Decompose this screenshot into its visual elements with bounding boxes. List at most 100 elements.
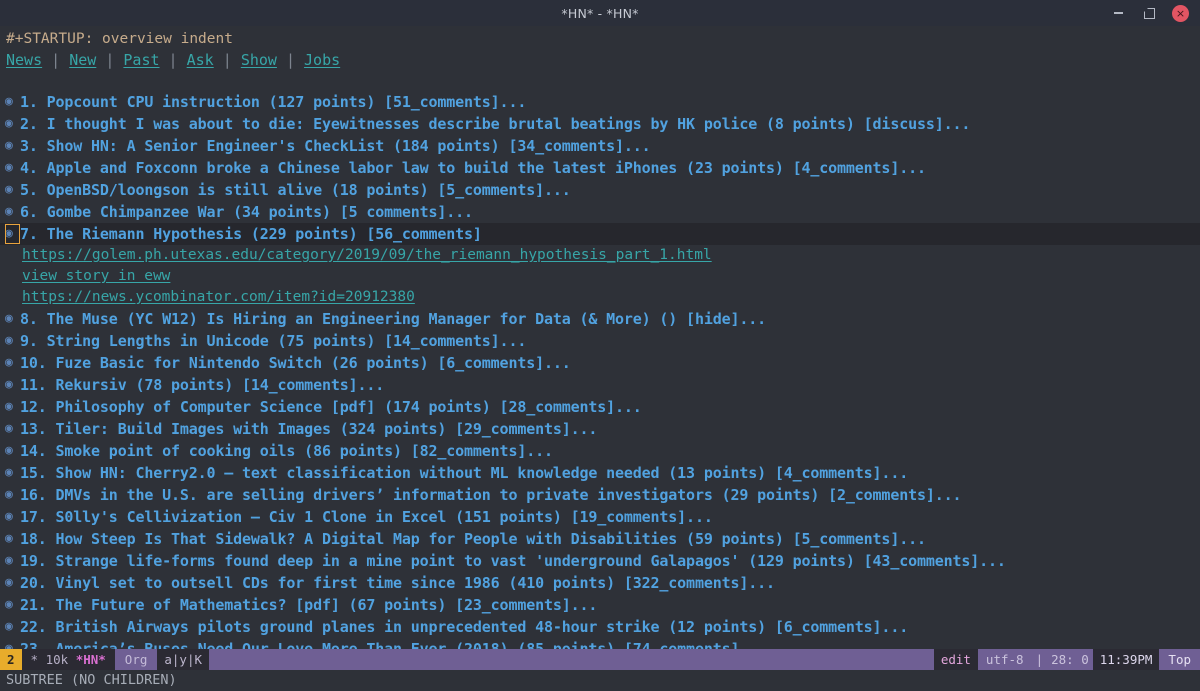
nav-link-ask[interactable]: Ask [187, 51, 214, 69]
headline-row[interactable]: ◉ 14. Smoke point of cooking oils (86 poi… [0, 440, 1200, 462]
headline-row[interactable]: ◉ 15. Show HN: Cherry2.0 – text classific… [0, 462, 1200, 484]
headline-row[interactable]: ◉ 3. Show HN: A Senior Engineer's CheckLi… [0, 135, 1200, 157]
headline-text: 2. I thought I was about to die: Eyewitn… [20, 115, 971, 133]
headline-text: 8. The Muse (YC W12) Is Hiring an Engine… [20, 310, 766, 328]
modeline-spacer [209, 649, 934, 670]
org-bullet-icon[interactable]: ◉ [5, 638, 20, 649]
headline-text: 13. Tiler: Build Images with Images (324… [20, 420, 598, 438]
headline-text: 21. The Future of Mathematics? [pdf] (67… [20, 596, 598, 614]
minimize-icon[interactable] [1110, 5, 1127, 22]
nav-link-new[interactable]: New [69, 51, 96, 69]
headline-row[interactable]: ◉ 17. S0lly's Cellivization – Civ 1 Clone… [0, 506, 1200, 528]
emacs-window: *HN* - *HN* × #+STARTUP: overview indent… [0, 0, 1200, 691]
modeline-major-mode[interactable]: Org [115, 649, 158, 670]
headline-row[interactable]: ◉ 10. Fuze Basic for Nintendo Switch (26 … [0, 352, 1200, 374]
headline-text: 9. String Lengths in Unicode (75 points)… [20, 332, 527, 350]
modeline-buffer-label: *HN* [75, 652, 106, 667]
headline-row[interactable]: ◉ 18. How Steep Is That Sidewalk? A Digit… [0, 528, 1200, 550]
echo-area: SUBTREE (NO CHILDREN) [0, 670, 1200, 691]
window-titlebar: *HN* - *HN* × [0, 0, 1200, 26]
org-bullet-icon[interactable]: ◉ [5, 462, 20, 484]
org-bullet-icon[interactable]: ◉ [5, 550, 20, 572]
modeline-buffer-name[interactable]: * 10k *HN* [21, 649, 115, 670]
comments-url-link-text: https://news.ycombinator.com/item?id=209… [22, 289, 415, 305]
modeline-window-number[interactable]: 2 [0, 649, 22, 670]
maximize-icon[interactable] [1141, 5, 1158, 22]
headline-text: 15. Show HN: Cherry2.0 – text classifica… [20, 464, 909, 482]
nav-link-show[interactable]: Show [241, 51, 277, 69]
headline-row[interactable]: ◉ 20. Vinyl set to outsell CDs for first … [0, 572, 1200, 594]
headline-row[interactable]: ◉ 19. Strange life-forms found deep in a … [0, 550, 1200, 572]
org-bullet-icon[interactable]: ◉ [5, 616, 20, 638]
headline-row[interactable]: ◉ 9. String Lengths in Unicode (75 points… [0, 330, 1200, 352]
modeline-scroll-state: Top [1168, 652, 1191, 667]
headline-text: 22. British Airways pilots ground planes… [20, 618, 909, 636]
headline-text: 19. Strange life-forms found deep in a m… [20, 552, 1006, 570]
modeline-buffer-prefix: * 10k [30, 652, 76, 667]
comments-url-link[interactable]: https://news.ycombinator.com/item?id=209… [0, 287, 1200, 308]
headline-text: 18. How Steep Is That Sidewalk? A Digita… [20, 530, 926, 548]
modeline-encoding[interactable]: utf-8 [978, 649, 1032, 670]
modeline-encoding-separator: | [1035, 652, 1044, 667]
headline-text: 4. Apple and Foxconn broke a Chinese lab… [20, 159, 926, 177]
org-bullet-icon[interactable]: ◉ [5, 330, 20, 352]
org-bullet-icon[interactable]: ◉ [5, 484, 20, 506]
org-bullet-icon[interactable]: ◉ [5, 113, 20, 135]
org-bullet-icon[interactable]: ◉ [5, 594, 20, 616]
modeline-minor-flags[interactable]: a|y|K [157, 649, 210, 670]
headline-row[interactable]: ◉ 12. Philosophy of Computer Science [pdf… [0, 396, 1200, 418]
org-bullet-icon[interactable]: ◉ [5, 135, 20, 157]
org-bullet-icon[interactable]: ◉ [5, 224, 20, 244]
story-url-link[interactable]: https://golem.ph.utexas.edu/category/201… [0, 245, 1200, 266]
headline-row[interactable]: ◉ 8. The Muse (YC W12) Is Hiring an Engin… [0, 308, 1200, 330]
nav-link-news[interactable]: News [6, 51, 42, 69]
headline-row[interactable]: ◉ 16. DMVs in the U.S. are selling driver… [0, 484, 1200, 506]
nav-separator: | [159, 51, 187, 69]
headline-row[interactable]: ◉ 6. Gombe Chimpanzee War (34 points) [5 … [0, 201, 1200, 223]
headline-text: 10. Fuze Basic for Nintendo Switch (26 p… [20, 354, 571, 372]
headline-text: 14. Smoke point of cooking oils (86 poin… [20, 442, 553, 460]
headline-row[interactable]: ◉ 13. Tiler: Build Images with Images (32… [0, 418, 1200, 440]
headline-text: 6. Gombe Chimpanzee War (34 points) [5 c… [20, 203, 473, 221]
nav-separator: | [42, 51, 70, 69]
nav-separator: | [213, 51, 241, 69]
headline-row-selected[interactable]: ◉ 7. The Riemann Hypothesis (229 points) … [0, 223, 1200, 245]
nav-separator: | [96, 51, 124, 69]
headline-row[interactable]: ◉ 21. The Future of Mathematics? [pdf] (6… [0, 594, 1200, 616]
headline-text: 16. DMVs in the U.S. are selling drivers… [20, 486, 962, 504]
close-icon[interactable]: × [1172, 4, 1189, 22]
headline-text: 1. Popcount CPU instruction (127 points)… [20, 93, 527, 111]
nav-separator: | [276, 51, 305, 69]
modeline: 2 * 10k *HN* Org a|y|K edit utf-8 | 28: … [0, 649, 1200, 670]
org-bullet-icon[interactable]: ◉ [5, 374, 20, 396]
org-bullet-icon[interactable]: ◉ [5, 201, 20, 223]
nav-link-jobs[interactable]: Jobs [304, 51, 340, 69]
org-bullet-icon[interactable]: ◉ [5, 528, 20, 550]
headline-row[interactable]: ◉ 11. Rekursiv (78 points) [14_comments].… [0, 374, 1200, 396]
org-bullet-icon[interactable]: ◉ [5, 91, 20, 113]
headline-row[interactable]: ◉ 1. Popcount CPU instruction (127 points… [0, 91, 1200, 113]
modeline-position[interactable]: 28: 0 [1047, 649, 1093, 670]
view-in-eww-link[interactable]: view story in eww [0, 266, 1200, 287]
org-bullet-icon[interactable]: ◉ [5, 396, 20, 418]
headline-text: 23. America’s Buses Need Our Love More T… [20, 640, 766, 649]
window-controls: × [1110, 4, 1200, 22]
org-bullet-icon[interactable]: ◉ [5, 418, 20, 440]
headline-row[interactable]: ◉ 4. Apple and Foxconn broke a Chinese la… [0, 157, 1200, 179]
nav-link-past[interactable]: Past [123, 51, 159, 69]
org-bullet-icon[interactable]: ◉ [5, 308, 20, 330]
org-buffer[interactable]: #+STARTUP: overview indent News | New | … [0, 26, 1200, 649]
org-bullet-icon[interactable]: ◉ [5, 572, 20, 594]
org-bullet-icon[interactable]: ◉ [5, 157, 20, 179]
org-bullet-icon[interactable]: ◉ [5, 506, 20, 528]
headline-row[interactable]: ◉ 22. British Airways pilots ground plane… [0, 616, 1200, 638]
org-bullet-icon[interactable]: ◉ [5, 352, 20, 374]
headline-row[interactable]: ◉ 5. OpenBSD/loongson is still alive (18 … [0, 179, 1200, 201]
org-bullet-icon[interactable]: ◉ [5, 179, 20, 201]
modeline-edit-state[interactable]: edit [933, 649, 978, 670]
headline-row[interactable]: ◉ 2. I thought I was about to die: Eyewit… [0, 113, 1200, 135]
org-bullet-icon[interactable]: ◉ [5, 440, 20, 462]
story-url-link-text: https://golem.ph.utexas.edu/category/201… [22, 247, 712, 263]
headline-row[interactable]: ◉ 23. America’s Buses Need Our Love More … [0, 638, 1200, 649]
modeline-clock[interactable]: 11:39PM [1092, 649, 1160, 670]
